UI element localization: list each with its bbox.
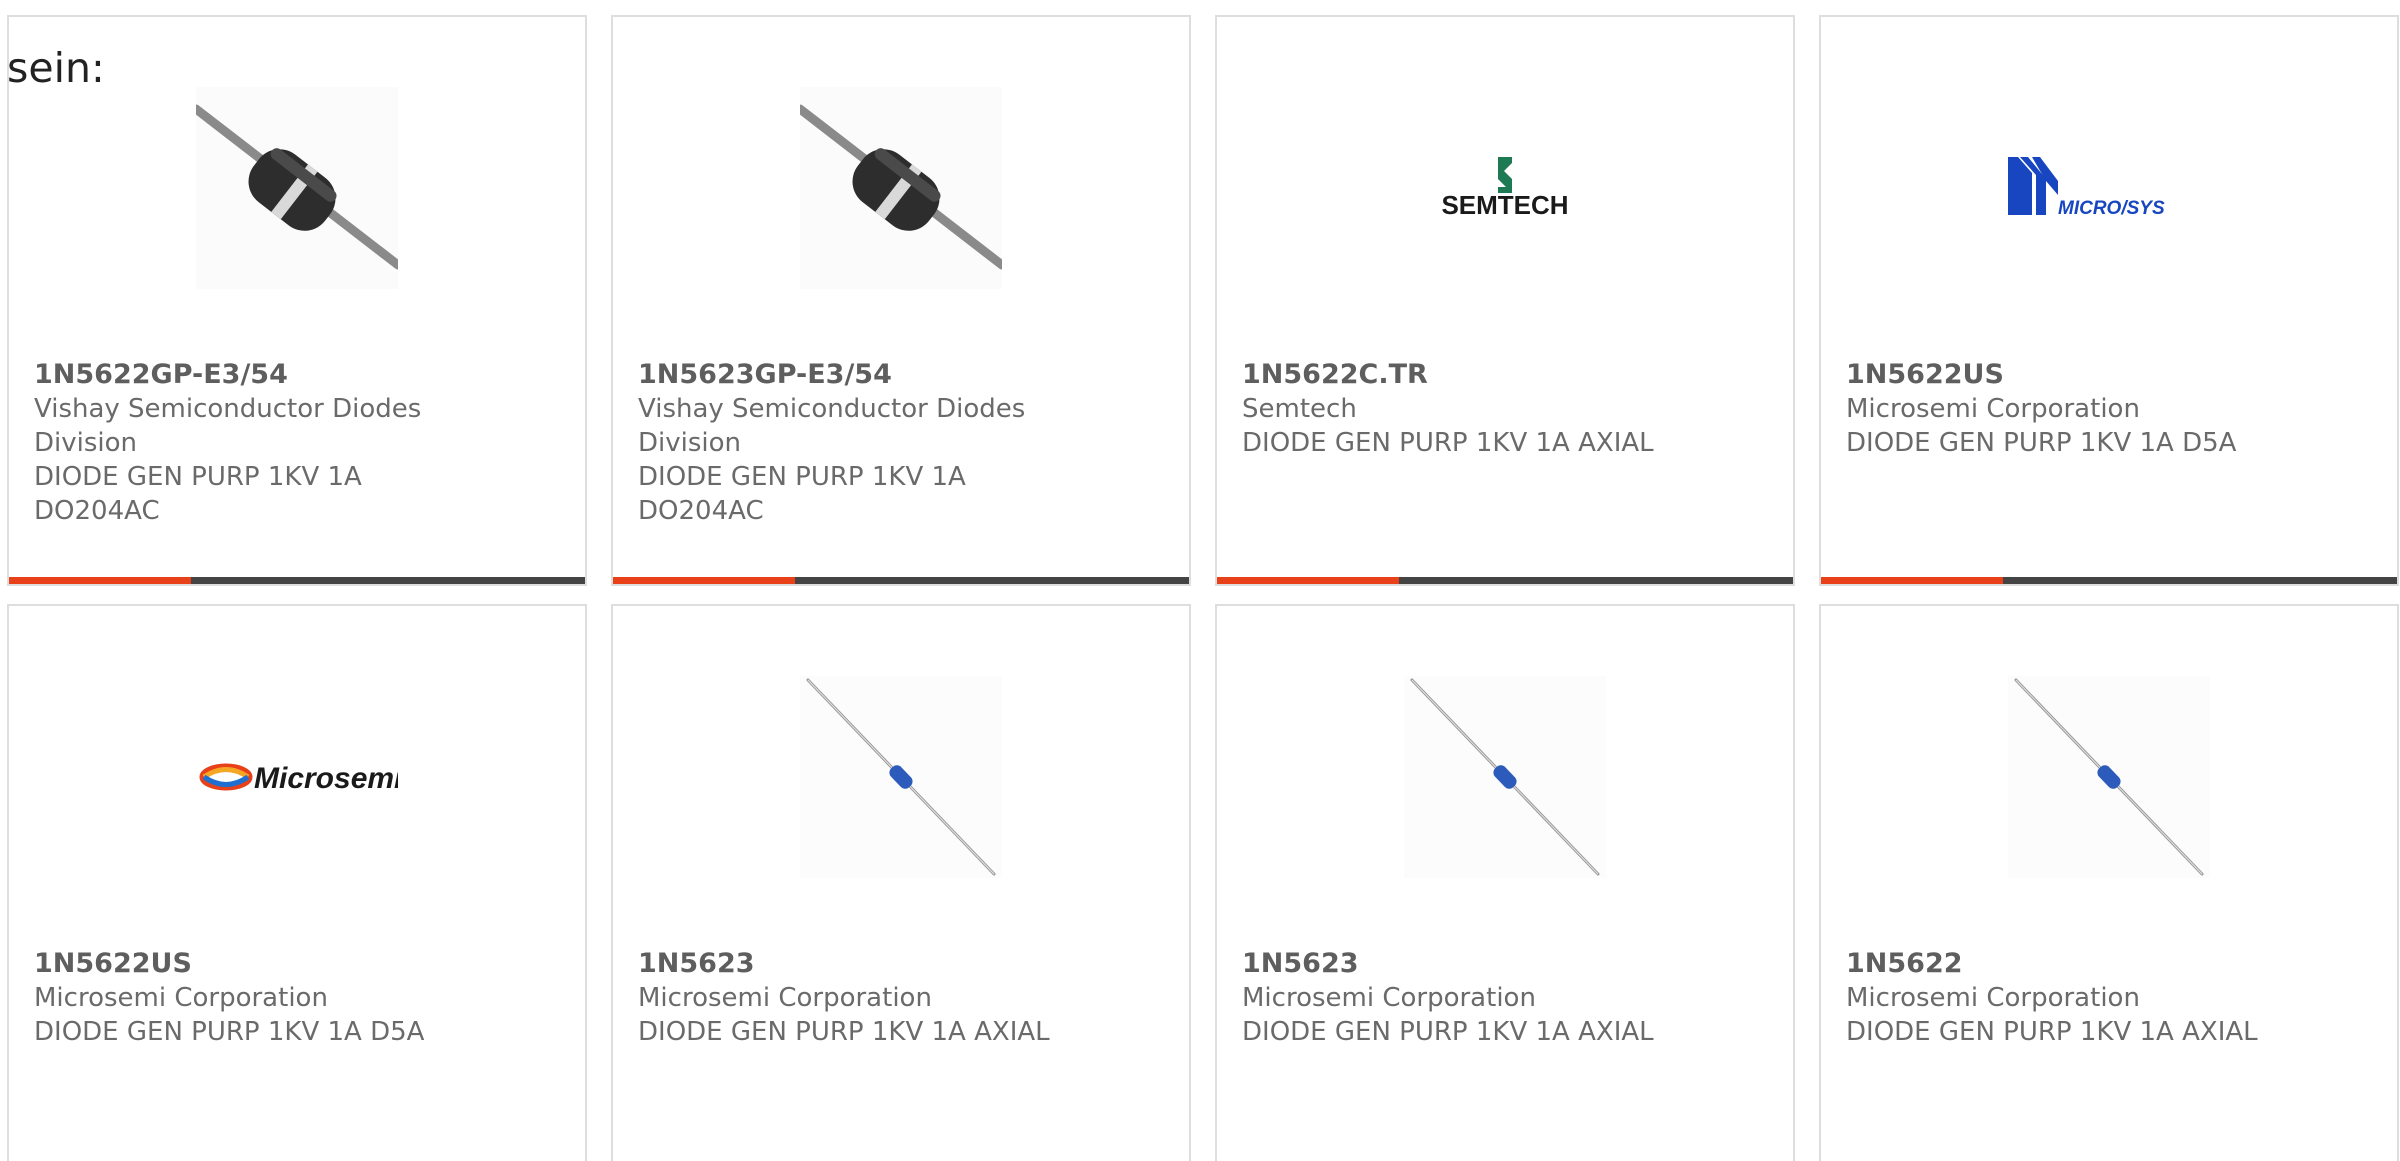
part-number[interactable]: 1N5623 bbox=[1242, 947, 1768, 981]
diode-axial-glass-icon bbox=[800, 676, 1002, 878]
product-info: 1N5622US Microsemi Corporation DIODE GEN… bbox=[34, 947, 560, 1049]
diode-axial-glass-icon bbox=[2008, 676, 2210, 878]
product-info: 1N5622US Microsemi Corporation DIODE GEN… bbox=[1846, 358, 2372, 460]
microsemi-logo-text: Microsemi bbox=[254, 762, 398, 795]
product-image[interactable] bbox=[800, 87, 1002, 289]
manufacturer: Microsemi Corporation bbox=[638, 983, 932, 1013]
diode-axial-glass-icon bbox=[1404, 676, 1606, 878]
intro-text: sein: bbox=[7, 44, 105, 92]
description: DIODE GEN PURP 1KV 1A DO204AC bbox=[638, 462, 966, 526]
description: DIODE GEN PURP 1KV 1A AXIAL bbox=[1846, 1017, 2258, 1047]
manufacturer: Microsemi Corporation bbox=[1846, 394, 2140, 424]
manufacturer: Vishay Semiconductor Diodes Division bbox=[34, 394, 422, 458]
part-number[interactable]: 1N5623GP-E3/54 bbox=[638, 358, 1164, 392]
manufacturer: Microsemi Corporation bbox=[34, 983, 328, 1013]
manufacturer: Semtech bbox=[1242, 394, 1357, 424]
product-image[interactable] bbox=[800, 676, 1002, 878]
manufacturer: Microsemi Corporation bbox=[1242, 983, 1536, 1013]
product-grid: 1N5622GP-E3/54 Vishay Semiconductor Diod… bbox=[7, 15, 2399, 1161]
product-image[interactable] bbox=[1404, 676, 1606, 878]
product-info: 1N5622C.TR Semtech DIODE GEN PURP 1KV 1A… bbox=[1242, 358, 1768, 460]
diode-do204ac-icon bbox=[196, 87, 398, 289]
product-card[interactable]: Microsemi 1N5622US Microsemi Corporation… bbox=[7, 604, 587, 1161]
product-image[interactable] bbox=[196, 87, 398, 289]
product-info: 1N5623 Microsemi Corporation DIODE GEN P… bbox=[638, 947, 1164, 1049]
product-card[interactable]: SEMTECH 1N5622C.TR Semtech DIODE GEN PUR… bbox=[1215, 15, 1795, 586]
description: DIODE GEN PURP 1KV 1A AXIAL bbox=[638, 1017, 1050, 1047]
manufacturer: Microsemi Corporation bbox=[1846, 983, 2140, 1013]
microsys-logo-icon: MICRO/SYS bbox=[2008, 87, 2210, 289]
diode-do204ac-icon bbox=[800, 87, 1002, 289]
part-number[interactable]: 1N5622US bbox=[34, 947, 560, 981]
description: DIODE GEN PURP 1KV 1A D5A bbox=[34, 1017, 425, 1047]
card-accent-bar bbox=[1217, 577, 1793, 584]
product-info: 1N5622GP-E3/54 Vishay Semiconductor Diod… bbox=[34, 358, 560, 528]
microsemi-logo-icon: Microsemi bbox=[196, 676, 398, 878]
description: DIODE GEN PURP 1KV 1A DO204AC bbox=[34, 462, 362, 526]
product-info: 1N5623 Microsemi Corporation DIODE GEN P… bbox=[1242, 947, 1768, 1049]
semtech-logo-text: SEMTECH bbox=[1441, 190, 1568, 220]
semtech-logo-icon: SEMTECH bbox=[1404, 87, 1606, 289]
description: DIODE GEN PURP 1KV 1A AXIAL bbox=[1242, 428, 1654, 458]
product-card[interactable]: 1N5623 Microsemi Corporation DIODE GEN P… bbox=[1215, 604, 1795, 1161]
page: 1N5622GP-E3/54 Vishay Semiconductor Diod… bbox=[0, 0, 2400, 1161]
product-card[interactable]: 1N5622GP-E3/54 Vishay Semiconductor Diod… bbox=[7, 15, 587, 586]
part-number[interactable]: 1N5622 bbox=[1846, 947, 2372, 981]
product-image[interactable] bbox=[2008, 676, 2210, 878]
product-image[interactable]: MICRO/SYS bbox=[2008, 87, 2210, 289]
product-image[interactable]: SEMTECH bbox=[1404, 87, 1606, 289]
card-accent-bar bbox=[9, 577, 585, 584]
part-number[interactable]: 1N5622C.TR bbox=[1242, 358, 1768, 392]
card-accent-bar bbox=[1821, 577, 2397, 584]
part-number[interactable]: 1N5623 bbox=[638, 947, 1164, 981]
product-card[interactable]: 1N5623GP-E3/54 Vishay Semiconductor Diod… bbox=[611, 15, 1191, 586]
product-card[interactable]: MICRO/SYS 1N5622US Microsemi Corporation… bbox=[1819, 15, 2399, 586]
product-card[interactable]: 1N5622 Microsemi Corporation DIODE GEN P… bbox=[1819, 604, 2399, 1161]
part-number[interactable]: 1N5622GP-E3/54 bbox=[34, 358, 560, 392]
description: DIODE GEN PURP 1KV 1A D5A bbox=[1846, 428, 2237, 458]
product-card[interactable]: 1N5623 Microsemi Corporation DIODE GEN P… bbox=[611, 604, 1191, 1161]
manufacturer: Vishay Semiconductor Diodes Division bbox=[638, 394, 1026, 458]
description: DIODE GEN PURP 1KV 1A AXIAL bbox=[1242, 1017, 1654, 1047]
product-image[interactable]: Microsemi bbox=[196, 676, 398, 878]
microsys-logo-text: MICRO/SYS bbox=[2058, 198, 2165, 219]
product-info: 1N5622 Microsemi Corporation DIODE GEN P… bbox=[1846, 947, 2372, 1049]
part-number[interactable]: 1N5622US bbox=[1846, 358, 2372, 392]
card-accent-bar bbox=[613, 577, 1189, 584]
product-info: 1N5623GP-E3/54 Vishay Semiconductor Diod… bbox=[638, 358, 1164, 528]
